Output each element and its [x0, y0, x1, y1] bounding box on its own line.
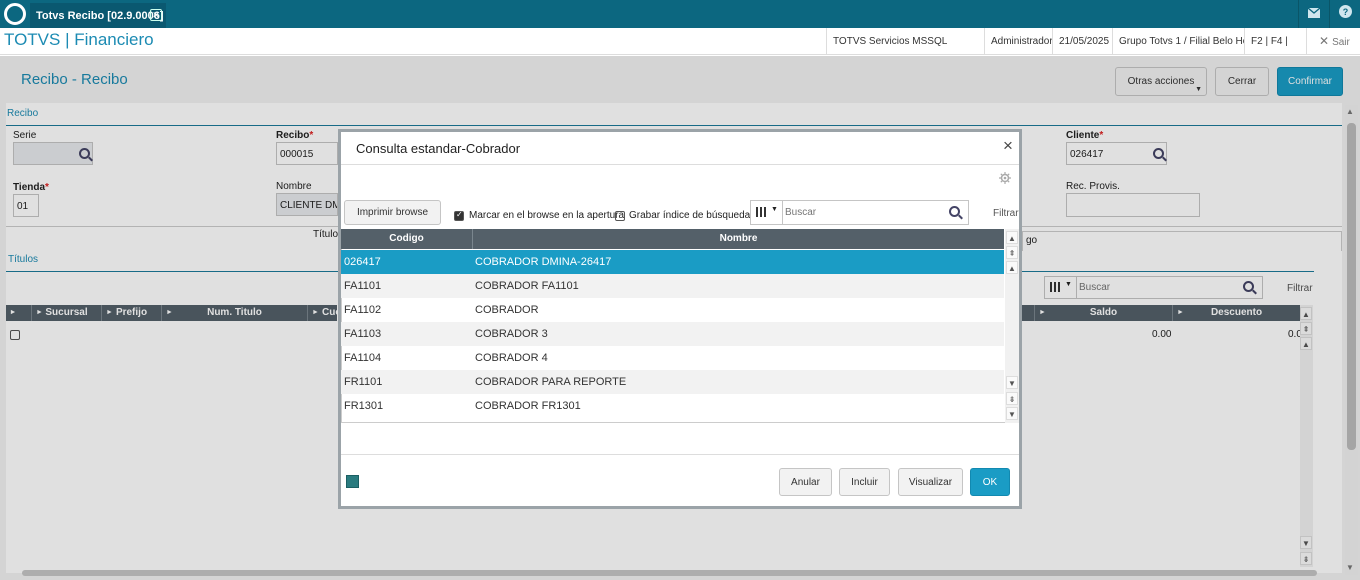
table-row[interactable]: FA1103 COBRADOR 3 — [341, 322, 1004, 346]
mark-browse-label: Marcar en el browse en la apertura — [469, 210, 625, 221]
save-index-checkbox[interactable] — [615, 211, 625, 221]
divider — [341, 164, 1019, 165]
lookup-dialog: Consulta estandar-Cobrador × Imprimir br… — [338, 129, 1022, 509]
cell-nombre: COBRADOR PARA REPORTE — [475, 376, 627, 388]
cell-nombre: COBRADOR FA1101 — [475, 280, 579, 292]
search-icon[interactable] — [949, 206, 960, 217]
settings-icon[interactable] — [999, 171, 1011, 184]
cell-nombre: COBRADOR 3 — [475, 328, 548, 340]
table-row[interactable]: FA1102 COBRADOR — [341, 298, 1004, 322]
scroll-last-icon[interactable]: ⇟ — [1006, 392, 1018, 405]
mark-browse-checkbox[interactable] — [454, 210, 464, 221]
close-icon[interactable]: × — [1003, 136, 1013, 156]
col-codigo[interactable]: Codigo — [341, 229, 472, 249]
close-icon: ✕ — [1319, 34, 1330, 48]
exit-button[interactable]: ✕ Sair — [1306, 28, 1360, 55]
user-info: Administrador — [984, 28, 1053, 55]
table-row[interactable]: FR1301 COBRADOR FR1301 — [341, 394, 1004, 418]
cell-codigo: FA1102 — [344, 304, 382, 316]
col-nombre[interactable]: Nombre — [472, 229, 1004, 249]
svg-text:?: ? — [1342, 7, 1348, 17]
columns-icon[interactable]: ▼ — [751, 201, 783, 224]
dialog-search[interactable]: ▼ — [750, 200, 969, 225]
totvs-logo-icon — [4, 3, 26, 25]
cell-nombre: COBRADOR — [475, 304, 539, 316]
scroll-page-up-icon[interactable]: ▲ — [1006, 261, 1018, 274]
table-row[interactable]: FR1101 COBRADOR PARA REPORTE — [341, 370, 1004, 394]
environment-info: TOTVS Servicios MSSQL P2310mex — [826, 28, 984, 74]
tab-recibo[interactable]: Totvs Recibo [02.9.0006] ✕ — [30, 3, 166, 28]
ok-button[interactable]: OK — [970, 468, 1010, 496]
cell-codigo: FR1101 — [344, 376, 383, 388]
scroll-page-down-icon[interactable]: ▼ — [1006, 376, 1018, 389]
scroll-up-icon[interactable]: ▲ — [1006, 231, 1018, 244]
app-title: TOTVS | Financiero — [4, 30, 154, 49]
dialog-search-input[interactable] — [785, 204, 945, 221]
date-info: 21/05/2025 — [1052, 28, 1112, 55]
scroll-down-icon[interactable]: ▼ — [1006, 407, 1018, 420]
table-row[interactable]: 026417 COBRADOR DMINA-26417 — [341, 250, 1004, 274]
legend-icon[interactable] — [346, 475, 359, 488]
exit-label: Sair — [1332, 37, 1350, 48]
table-row[interactable]: FA1101 COBRADOR FA1101 — [341, 274, 1004, 298]
dialog-title: Consulta estandar-Cobrador — [356, 141, 521, 156]
branch-info[interactable]: Grupo Totvs 1 / Filial Belo Hor — [1112, 28, 1244, 55]
cell-codigo: 026417 — [344, 256, 381, 268]
mail-icon[interactable] — [1299, 0, 1329, 28]
scroll-first-icon[interactable]: ⇞ — [1006, 246, 1018, 259]
divider — [341, 454, 1019, 455]
help-icon[interactable]: ? — [1330, 0, 1360, 28]
results-grid-header: Codigo Nombre — [341, 229, 1004, 249]
cell-codigo: FA1104 — [344, 352, 382, 364]
cell-nombre: COBRADOR DMINA-26417 — [475, 256, 612, 268]
view-button[interactable]: Visualizar — [898, 468, 963, 496]
save-index-label: Grabar índice de búsqueda — [629, 210, 751, 221]
cell-nombre: COBRADOR FR1301 — [475, 400, 581, 412]
cell-nombre: COBRADOR 4 — [475, 352, 548, 364]
cell-codigo: FA1101 — [344, 280, 382, 292]
print-browse-button[interactable]: Imprimir browse — [344, 200, 441, 225]
shortcuts-info: F2 | F4 | F8 — [1244, 28, 1306, 74]
include-button[interactable]: Incluir — [839, 468, 890, 496]
dialog-filter-link[interactable]: Filtrar — [993, 208, 1019, 219]
cell-codigo: FA1103 — [344, 328, 382, 340]
cell-codigo: FR1301 — [344, 400, 384, 412]
tab-label: Totvs Recibo [02.9.0006] — [36, 10, 164, 22]
table-row[interactable]: FA1104 COBRADOR 4 — [341, 346, 1004, 370]
tab-close-icon[interactable]: ✕ — [150, 9, 162, 21]
top-bar — [0, 0, 1360, 28]
cancel-button[interactable]: Anular — [779, 468, 832, 496]
